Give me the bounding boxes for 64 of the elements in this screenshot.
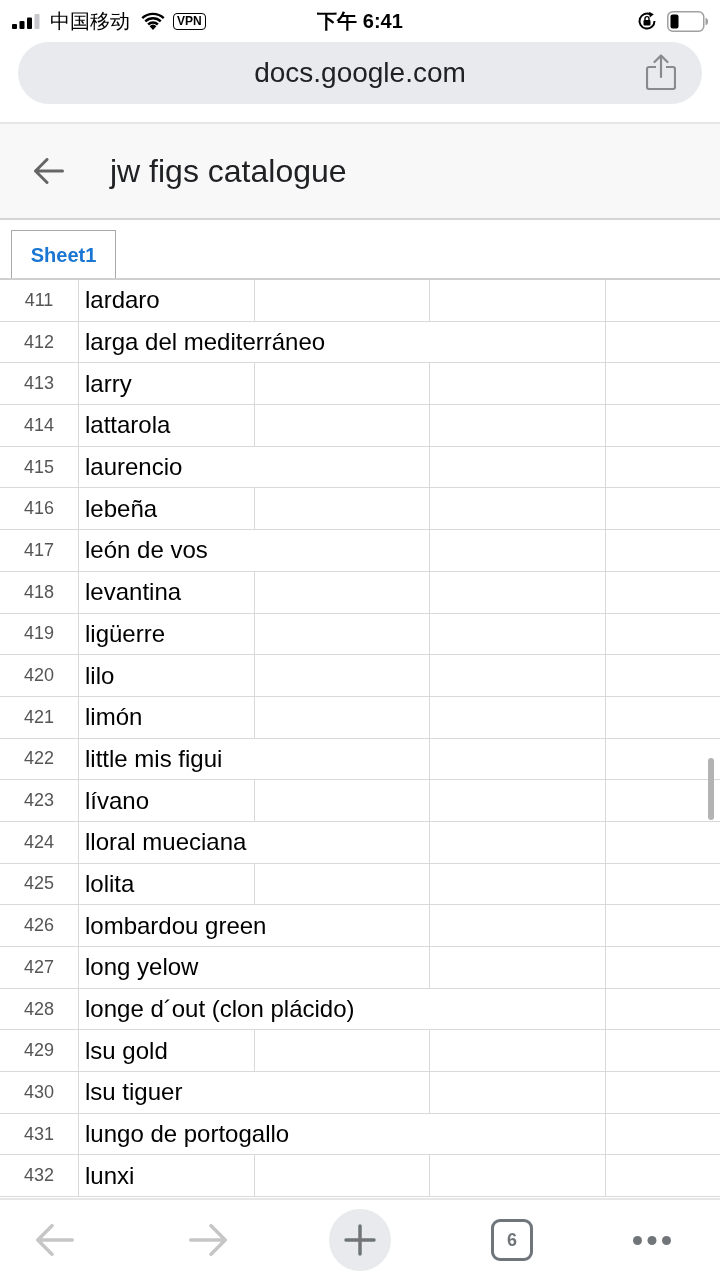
row-number: 422: [23, 747, 54, 771]
row-number: 428: [23, 997, 54, 1021]
wifi-icon: [141, 12, 165, 30]
tab-count-button[interactable]: 6: [491, 1219, 533, 1261]
row-number: 411: [24, 288, 54, 312]
row-number: 429: [23, 1039, 54, 1063]
sheet-tab[interactable]: Sheet1: [11, 230, 116, 278]
document-title: jw figs catalogue: [110, 152, 347, 191]
entry-text: lsu tiguer: [84, 1077, 184, 1108]
address-bar[interactable]: docs.google.com: [18, 42, 702, 104]
entry-text: ligüerre: [84, 618, 167, 649]
carrier-name: 中国移动: [50, 9, 130, 34]
arrow-left-icon: [36, 1224, 74, 1256]
row-number: 424: [23, 830, 54, 854]
rotation-lock-icon: [637, 11, 657, 31]
row-number: 427: [23, 955, 54, 979]
row-number: 414: [23, 413, 54, 437]
plus-icon: [344, 1224, 376, 1256]
row-number: 426: [23, 914, 54, 938]
back-button[interactable]: [33, 155, 65, 187]
row-number: 421: [23, 705, 54, 729]
row-number: 419: [23, 622, 54, 646]
row-number: 412: [23, 330, 54, 354]
entry-text: larga del mediterráneo: [84, 327, 327, 358]
scrollbar-thumb[interactable]: [708, 758, 714, 820]
entry-text: lolita: [84, 868, 136, 899]
entry-text: lunxi: [84, 1160, 136, 1191]
share-icon[interactable]: [646, 54, 676, 90]
row-number: 415: [23, 455, 54, 479]
entry-text: limón: [84, 702, 144, 733]
row-number: 420: [23, 664, 54, 688]
status-time: 下午 6:41: [317, 9, 403, 34]
entry-text: lsu gold: [84, 1035, 169, 1066]
row-number: 417: [23, 538, 54, 562]
arrow-left-icon: [34, 158, 64, 184]
row-number: 431: [23, 1122, 54, 1146]
signal-icon: [12, 13, 40, 29]
row-number: 423: [23, 789, 54, 813]
vpn-label: VPN: [173, 12, 206, 30]
row-number: 418: [23, 580, 54, 604]
entry-text: longe d´out (clon plácido): [84, 994, 356, 1025]
arrow-right-icon: [189, 1224, 227, 1256]
more-dots-icon: [633, 1235, 671, 1245]
entry-text: león de vos: [84, 535, 209, 566]
entry-text: lardaro: [84, 285, 161, 316]
entry-text: lombardou green: [84, 910, 268, 941]
row-number: 432: [23, 1164, 54, 1188]
entry-text: lilo: [84, 660, 116, 691]
row-number: 425: [23, 872, 54, 896]
row-number: 413: [23, 372, 54, 396]
entry-text: laurencio: [84, 452, 184, 483]
row-number: 416: [23, 497, 54, 521]
entry-text: lungo de portogallo: [84, 1119, 291, 1150]
entry-text: lívano: [84, 785, 151, 816]
entry-text: long yelow: [84, 952, 200, 983]
entry-text: levantina: [84, 577, 183, 608]
entry-text: larry: [84, 368, 133, 399]
url-text: docs.google.com: [254, 56, 466, 90]
entry-text: lebeña: [84, 493, 159, 524]
entry-text: lloral mueciana: [84, 827, 248, 858]
battery-icon: [667, 10, 708, 32]
entry-text: little mis figui: [84, 743, 224, 774]
row-number: 430: [23, 1080, 54, 1104]
entry-text: lattarola: [84, 410, 172, 441]
